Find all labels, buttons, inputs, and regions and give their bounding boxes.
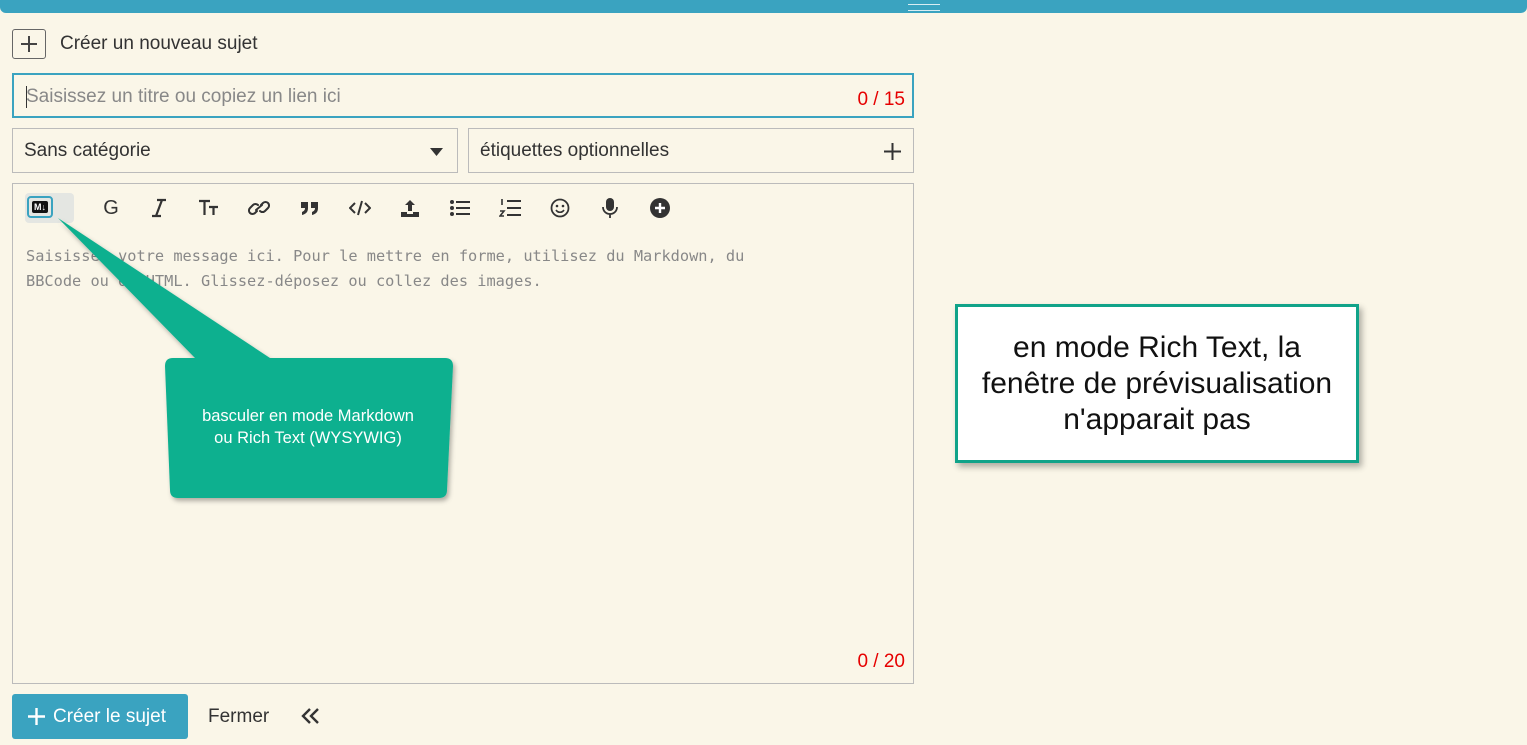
double-chevron-left-icon bbox=[301, 708, 319, 724]
close-button[interactable]: Fermer bbox=[208, 706, 269, 728]
annotation-note: en mode Rich Text, la fenêtre de prévisu… bbox=[955, 304, 1359, 463]
create-topic-label: Créer le sujet bbox=[53, 705, 166, 727]
plus-icon bbox=[28, 708, 45, 725]
collapse-button[interactable] bbox=[300, 705, 324, 729]
create-topic-button[interactable]: Créer le sujet bbox=[12, 694, 188, 739]
callout-label: basculer en mode Markdown ou Rich Text (… bbox=[202, 407, 414, 447]
